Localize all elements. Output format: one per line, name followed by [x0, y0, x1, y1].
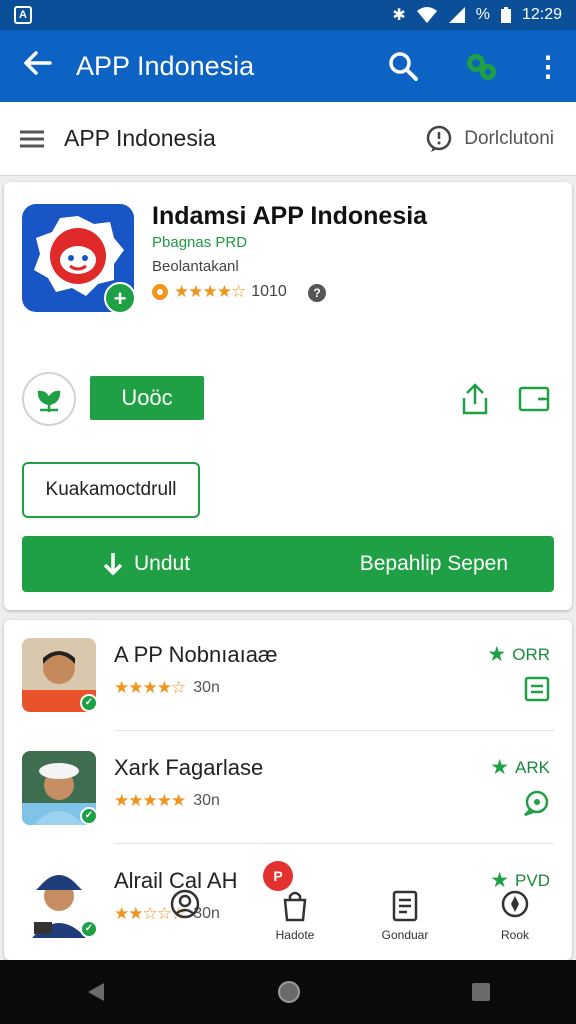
app-developer[interactable]: Pbagnas PRD	[152, 234, 247, 251]
nav-recents-icon[interactable]	[470, 981, 492, 1003]
app-detail-card: + Indamsi APP Indonesia Pbagnas PRD Beol…	[4, 182, 572, 610]
rating-stars: ★★★★★	[114, 791, 186, 810]
list-item-count: 30n	[193, 679, 220, 696]
gear-icon[interactable]	[442, 50, 520, 82]
document-icon	[392, 890, 418, 922]
status-bar: A ✱ % 12:29	[0, 0, 576, 30]
verified-check-icon: ✓	[80, 920, 98, 938]
download-link[interactable]: Dorlclutoni	[424, 124, 576, 154]
list-item-count: 30n	[193, 792, 220, 809]
search-icon[interactable]	[364, 51, 442, 81]
download-arrow-icon	[103, 553, 123, 576]
divider	[114, 843, 554, 844]
app-name: Indamsi APP Indonesia	[152, 202, 428, 230]
app-bar-title: APP Indonesia	[76, 50, 255, 81]
bluetooth-icon: ✱	[392, 7, 406, 24]
bottom-tab-bar: Hadote Gonduar Rook	[130, 888, 570, 958]
verified-check-icon: ✓	[80, 694, 98, 712]
more-vert-icon[interactable]: ⋮	[520, 50, 576, 83]
back-arrow-icon[interactable]	[0, 49, 76, 83]
battery-icon	[500, 7, 511, 23]
shopping-bag-icon	[283, 891, 307, 922]
tab-profile[interactable]	[130, 888, 240, 958]
list-item-name: Xark Fagarlase	[114, 755, 264, 780]
clock: 12:29	[521, 6, 562, 23]
tab-rook[interactable]: Rook	[460, 888, 570, 958]
person-icon	[170, 889, 200, 919]
compass-icon	[501, 890, 529, 918]
add-badge-icon: +	[104, 282, 136, 314]
green-star-icon: ★	[490, 756, 510, 779]
wallet-icon[interactable]	[518, 386, 550, 417]
list-item[interactable]: ✓ A PP Nobnıaıaæ ★★★★☆ 30n ★ ORR	[4, 620, 572, 730]
notification-icon: A	[14, 6, 32, 24]
nav-home-icon[interactable]	[276, 979, 302, 1005]
list-item-badge: ★ ARK	[490, 756, 550, 779]
download-left-label: Undut	[134, 552, 191, 575]
plant-icon[interactable]	[22, 372, 76, 426]
list-item-name: A PP Nobnıaıaæ	[114, 642, 278, 667]
menu-icon[interactable]	[0, 129, 64, 149]
share-icon[interactable]	[460, 382, 490, 421]
rating-badge-icon	[152, 284, 168, 300]
list-item[interactable]: ✓ Xark Fagarlase ★★★★★ 30n ★ ARK	[4, 733, 572, 843]
green-star-icon: ★	[487, 643, 507, 666]
system-nav-bar	[0, 960, 576, 1024]
app-category: Beolantakanl	[152, 258, 239, 275]
chat-bubble-icon	[426, 125, 452, 152]
info-icon[interactable]: ?	[308, 284, 326, 302]
outline-action-button[interactable]: Kuakamoctdrull	[22, 462, 200, 518]
app-logo: +	[22, 204, 136, 314]
app-bar: APP Indonesia ⋮	[0, 30, 576, 102]
tab-gonduar[interactable]: Gonduar	[350, 888, 460, 958]
sub-header: APP Indonesia Dorlclutoni	[0, 102, 576, 176]
app-rating: ★★★★☆ 1010	[152, 282, 287, 302]
open-button[interactable]: Uoöc	[90, 376, 204, 420]
wifi-icon	[416, 7, 437, 23]
verified-check-icon: ✓	[80, 807, 98, 825]
sub-header-title: APP Indonesia	[64, 125, 216, 151]
battery-percent: %	[475, 6, 490, 23]
signal-icon	[448, 7, 465, 23]
rating-stars: ★★★★☆	[114, 678, 186, 697]
tab-hadote[interactable]: Hadote	[240, 888, 350, 958]
nav-back-icon[interactable]	[84, 980, 108, 1004]
pin-badge-icon: P	[263, 861, 293, 891]
divider	[114, 730, 554, 731]
list-icon[interactable]	[524, 676, 550, 707]
rating-count: 1010	[251, 283, 287, 300]
list-item-badge: ★ ORR	[487, 643, 550, 666]
chat-icon[interactable]	[522, 789, 550, 822]
download-right-label: Bepahlip Sepen	[359, 552, 508, 575]
rating-stars: ★★★★☆	[174, 282, 246, 301]
download-button[interactable]: Undut Bepahlip Sepen	[22, 536, 554, 592]
